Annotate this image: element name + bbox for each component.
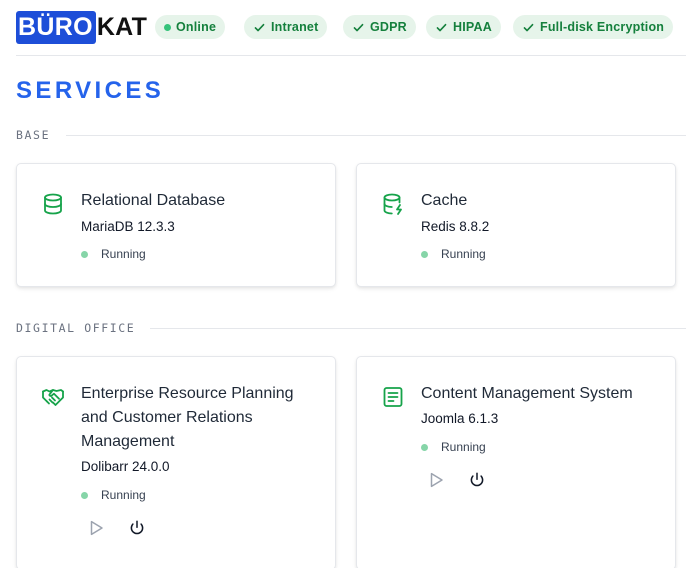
service-status: Running xyxy=(421,247,486,261)
database-bolt-icon xyxy=(381,192,405,216)
power-icon xyxy=(470,472,484,487)
status-dot-icon xyxy=(421,250,428,258)
badge-label: Online xyxy=(176,20,217,34)
check-icon xyxy=(254,23,265,31)
service-card-erp-crm[interactable]: Enterprise Resource Planning and Custome… xyxy=(16,356,336,568)
service-version: Joomla 6.1.3 xyxy=(421,411,499,426)
badge-label: GDPR xyxy=(370,20,407,34)
service-title: Cache xyxy=(421,192,468,209)
app-logo[interactable]: BÜRO KAT xyxy=(16,10,148,44)
status-dot-icon xyxy=(421,443,428,451)
section-label-base: BASE xyxy=(16,128,51,142)
power-icon xyxy=(130,520,144,535)
document-icon xyxy=(381,385,405,409)
status-label: Running xyxy=(101,247,146,261)
check-icon xyxy=(436,23,447,31)
service-title: Relational Database xyxy=(81,192,226,209)
check-icon xyxy=(353,23,364,31)
hipaa-badge: HIPAA xyxy=(426,15,501,39)
service-card-relational-database[interactable]: Relational Database MariaDB 12.3.3 Runni… xyxy=(16,163,336,287)
service-actions xyxy=(425,469,488,491)
service-version: MariaDB 12.3.3 xyxy=(81,219,175,234)
database-icon xyxy=(41,192,65,216)
power-button[interactable] xyxy=(126,517,148,539)
top-bar: BÜRO KAT Online Intranet GDPR HIPAA Full… xyxy=(16,10,686,44)
service-version: Redis 8.8.2 xyxy=(421,219,490,234)
service-card-cms[interactable]: Content Management System Joomla 6.1.3 R… xyxy=(356,356,676,568)
full-disk-encryption-badge: Full-disk Encryption xyxy=(513,15,674,39)
status-dot-icon xyxy=(81,250,88,258)
header-divider xyxy=(16,55,686,56)
service-version: Dolibarr 24.0.0 xyxy=(81,459,170,474)
gdpr-badge: GDPR xyxy=(343,15,416,39)
badge-label: HIPAA xyxy=(453,20,492,34)
service-status: Running xyxy=(421,440,486,454)
section-divider xyxy=(66,135,686,136)
status-dot-icon xyxy=(81,491,88,499)
status-label: Running xyxy=(101,488,146,502)
service-card-cache[interactable]: Cache Redis 8.8.2 Running xyxy=(356,163,676,287)
intranet-badge: Intranet xyxy=(244,15,328,39)
play-button[interactable] xyxy=(85,517,107,539)
play-button[interactable] xyxy=(425,469,447,491)
power-button[interactable] xyxy=(466,469,488,491)
section-divider xyxy=(150,328,686,329)
section-label-digital-office: DIGITAL OFFICE xyxy=(16,321,136,335)
logo-part-2: KAT xyxy=(96,12,148,41)
page-title: SERVICES xyxy=(16,77,165,104)
check-icon xyxy=(523,23,534,31)
service-status: Running xyxy=(81,247,146,261)
online-status-badge: Online xyxy=(155,15,226,39)
status-label: Running xyxy=(441,247,486,261)
logo-part-1: BÜRO xyxy=(16,10,96,44)
play-icon xyxy=(430,472,443,488)
badge-label: Full-disk Encryption xyxy=(540,20,665,34)
handshake-icon xyxy=(41,385,65,409)
service-title: Content Management System xyxy=(421,385,633,402)
badge-label: Intranet xyxy=(271,20,319,34)
service-actions xyxy=(85,517,148,539)
service-title: Enterprise Resource Planning and Custome… xyxy=(81,385,294,450)
status-label: Running xyxy=(441,440,486,454)
service-status: Running xyxy=(81,488,146,502)
online-dot-icon xyxy=(164,23,171,31)
play-icon xyxy=(90,520,103,536)
